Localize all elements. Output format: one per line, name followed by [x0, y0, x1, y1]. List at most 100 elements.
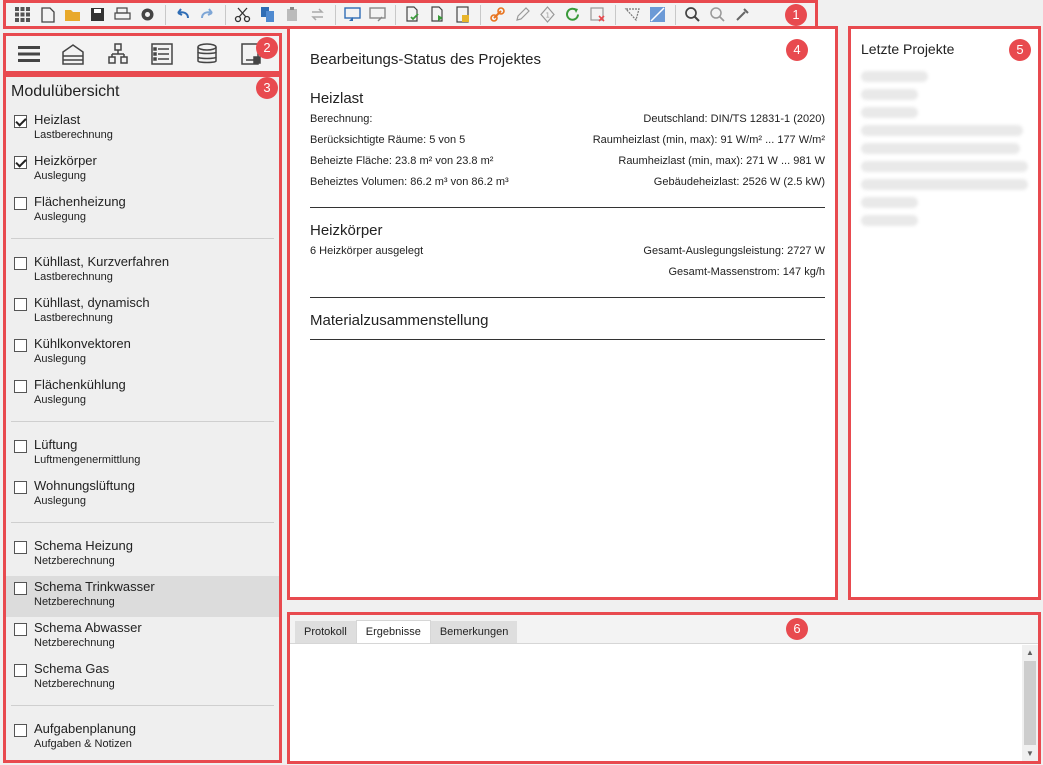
module-checkbox[interactable] [14, 380, 27, 393]
heizkoerper-heading: Heizkörper [310, 222, 383, 239]
recent-project-item[interactable] [861, 107, 918, 118]
eyedropper-icon[interactable] [732, 4, 753, 25]
module-label: Kühlkonvektoren [34, 336, 131, 351]
heizkoerper-details: 6 Heizkörper ausgelegt Gesamt-Auslegungsl… [310, 245, 825, 287]
module-item[interactable]: Flächenheizung Auslegung [6, 191, 279, 232]
module-checkbox[interactable] [14, 156, 27, 169]
module-item[interactable]: Schema Gas Netzberechnung [6, 658, 279, 699]
status-row-left: Berücksichtigte Räume: 5 von 5 [310, 134, 466, 146]
divider [310, 297, 825, 298]
open-folder-icon[interactable] [62, 4, 83, 25]
undo-icon[interactable] [172, 4, 193, 25]
module-label: Flächenheizung [34, 194, 126, 209]
scroll-up-icon[interactable]: ▲ [1026, 648, 1034, 657]
module-checkbox[interactable] [14, 664, 27, 677]
tab-protokoll[interactable]: Protokoll [295, 621, 356, 643]
module-checkbox[interactable] [14, 440, 27, 453]
import-icon[interactable] [342, 4, 363, 25]
cut-icon[interactable] [232, 4, 253, 25]
apps-grid-icon[interactable] [12, 4, 33, 25]
replace-icon[interactable] [307, 4, 328, 25]
module-checkbox[interactable] [14, 541, 27, 554]
ruler-icon[interactable] [622, 4, 643, 25]
module-sublabel: Lastberechnung [34, 271, 113, 283]
module-checkbox[interactable] [14, 481, 27, 494]
recent-project-item[interactable] [861, 179, 1028, 190]
recent-project-item[interactable] [861, 125, 1023, 136]
module-item[interactable]: Lüftung Luftmengenermittlung [6, 434, 279, 475]
module-checkbox[interactable] [14, 339, 27, 352]
module-item[interactable]: Heizlast Lastberechnung [6, 109, 279, 150]
divider [310, 207, 825, 208]
project-status-panel: Bearbeitungs-Status des Projektes Heizla… [287, 26, 838, 600]
recent-project-item[interactable] [861, 215, 918, 226]
database-icon[interactable] [190, 39, 224, 69]
settings-gear-icon[interactable] [137, 4, 158, 25]
module-item[interactable]: Flächenkühlung Auslegung [6, 374, 279, 415]
document-forward-icon[interactable] [427, 4, 448, 25]
module-item[interactable]: Schema Heizung Netzberechnung [6, 535, 279, 576]
recent-projects-title: Letzte Projekte [861, 41, 955, 57]
copy-icon[interactable] [257, 4, 278, 25]
module-item[interactable]: Aufgabenplanung Aufgaben & Notizen [6, 718, 279, 759]
recent-project-item[interactable] [861, 71, 928, 82]
status-row-right: Deutschland: DIN/TS 12831-1 (2020) [643, 113, 825, 125]
module-sublabel: Auslegung [34, 495, 86, 507]
module-item[interactable]: Kühllast, Kurzverfahren Lastberechnung [6, 251, 279, 292]
document-check-icon[interactable] [402, 4, 423, 25]
tab-bemerkungen[interactable]: Bemerkungen [430, 621, 518, 643]
module-item[interactable]: Heizkörper Auslegung [6, 150, 279, 191]
search-icon[interactable] [682, 4, 703, 25]
module-item[interactable]: Schema Trinkwasser Netzberechnung [6, 576, 279, 617]
recent-project-item[interactable] [861, 197, 918, 208]
module-item[interactable]: Kühlkonvektoren Auslegung [6, 333, 279, 374]
module-sublabel: Lastberechnung [34, 129, 113, 141]
tab-ergebnisse[interactable]: Ergebnisse [355, 620, 431, 643]
toolbar-separator [480, 4, 481, 25]
module-item[interactable]: Kühllast, dynamisch Lastberechnung [6, 292, 279, 333]
export-icon[interactable] [367, 4, 388, 25]
divider [310, 339, 825, 340]
heizlast-heading: Heizlast [310, 90, 364, 107]
scroll-down-icon[interactable]: ▼ [1026, 749, 1034, 758]
search-clear-icon[interactable] [707, 4, 728, 25]
module-checkbox[interactable] [14, 257, 27, 270]
list-view-icon[interactable] [146, 39, 180, 69]
redo-icon[interactable] [197, 4, 218, 25]
recent-project-item[interactable] [861, 143, 1020, 154]
pencil-icon[interactable] [512, 4, 533, 25]
print-icon[interactable] [112, 4, 133, 25]
module-checkbox[interactable] [14, 115, 27, 128]
module-item[interactable]: Schema Abwasser Netzberechnung [6, 617, 279, 658]
module-checkbox[interactable] [14, 724, 27, 737]
paste-icon[interactable] [282, 4, 303, 25]
module-label: Kühllast, Kurzverfahren [34, 254, 170, 269]
module-checkbox[interactable] [14, 582, 27, 595]
link-icon[interactable] [487, 4, 508, 25]
new-file-icon[interactable] [37, 4, 58, 25]
refresh-icon[interactable] [562, 4, 583, 25]
annotation-badge-2: 2 [256, 37, 278, 59]
module-item[interactable]: Wohnungslüftung Auslegung [6, 475, 279, 516]
main-toolbar: 1 [3, 0, 818, 29]
image-icon[interactable] [647, 4, 668, 25]
module-checkbox[interactable] [14, 623, 27, 636]
network-schema-icon[interactable] [101, 39, 135, 69]
view-switcher-bar [3, 33, 282, 74]
annotation-badge-5: 5 [1009, 39, 1031, 61]
recent-project-item[interactable] [861, 89, 918, 100]
info-icon[interactable]: 1 [537, 4, 558, 25]
toolbar-separator [225, 4, 226, 25]
calculator-icon[interactable] [452, 4, 473, 25]
menu-icon[interactable] [12, 39, 46, 69]
delete-icon[interactable] [587, 4, 608, 25]
save-icon[interactable] [87, 4, 108, 25]
scroll-thumb[interactable] [1024, 661, 1036, 745]
module-checkbox[interactable] [14, 197, 27, 210]
material-heading[interactable]: Materialzusammenstellung [310, 312, 825, 329]
recent-project-item[interactable] [861, 161, 1028, 172]
vertical-scrollbar[interactable]: ▲ ▼ [1022, 645, 1038, 761]
module-checkbox[interactable] [14, 298, 27, 311]
building-icon[interactable] [57, 39, 91, 69]
module-label: Schema Gas [34, 661, 110, 676]
